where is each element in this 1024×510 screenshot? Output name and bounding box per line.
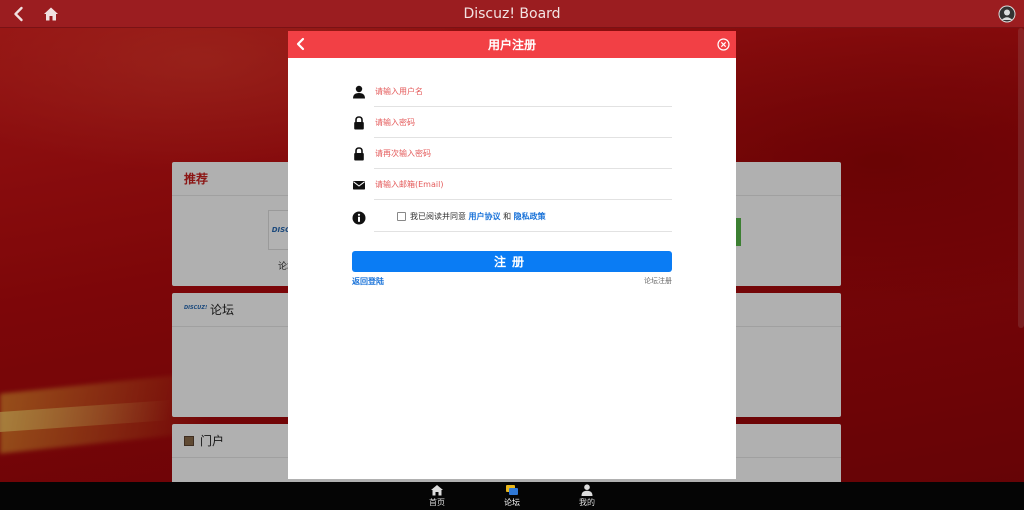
email-input[interactable] xyxy=(374,169,672,200)
user-agreement-link[interactable]: 用户协议 xyxy=(469,212,501,221)
register-button[interactable]: 注册 xyxy=(352,251,672,272)
agreement-and: 和 xyxy=(503,212,512,221)
confirm-password-input[interactable] xyxy=(374,138,672,169)
email-row xyxy=(352,169,672,200)
username-row xyxy=(352,76,672,107)
tab-me-label: 我的 xyxy=(579,498,595,507)
bottom-tab-bar: 首页 论坛 我的 xyxy=(0,482,1024,510)
lock-icon xyxy=(354,147,364,161)
user-avatar-icon[interactable] xyxy=(998,5,1016,23)
chevron-left-icon[interactable] xyxy=(10,5,28,23)
modal-title: 用户注册 xyxy=(487,38,536,52)
password-row xyxy=(352,107,672,138)
register-modal: 用户注册 请输入用户名 请输入邮箱(Email) 我已阅读并同意 用户协议 和 … xyxy=(288,31,736,479)
tab-forum[interactable]: 论坛 xyxy=(492,484,532,510)
modal-header: 用户注册 xyxy=(288,31,736,58)
tab-me[interactable]: 我的 xyxy=(567,484,607,510)
user-icon xyxy=(353,85,365,99)
home-icon xyxy=(431,485,443,496)
close-icon[interactable] xyxy=(717,38,730,51)
agreement-divider xyxy=(374,231,672,232)
home-icon[interactable] xyxy=(42,5,60,23)
back-to-login-link[interactable]: 返回登陆 xyxy=(352,276,384,287)
person-icon xyxy=(581,484,593,496)
username-input[interactable] xyxy=(374,76,672,107)
chevron-left-icon[interactable] xyxy=(294,37,308,51)
envelope-icon xyxy=(353,181,365,190)
password-input[interactable] xyxy=(374,107,672,138)
privacy-policy-link[interactable]: 隐私政策 xyxy=(514,212,546,221)
top-bar: Discuz! Board xyxy=(0,0,1024,28)
tab-home-label: 首页 xyxy=(429,498,445,507)
agreement-text: 我已阅读并同意 用户协议 和 隐私政策 xyxy=(410,211,546,222)
confirm-password-row xyxy=(352,138,672,169)
agreement-row: 我已阅读并同意 用户协议 和 隐私政策 xyxy=(352,206,672,232)
tab-forum-label: 论坛 xyxy=(504,498,520,507)
info-icon xyxy=(352,211,366,225)
forum-icon xyxy=(506,485,518,495)
tab-home[interactable]: 首页 xyxy=(417,484,457,510)
forum-register-link[interactable]: 论坛注册 xyxy=(644,276,672,286)
agreement-checkbox[interactable] xyxy=(397,212,406,221)
agreement-prefix: 我已阅读并同意 xyxy=(410,212,466,221)
lock-icon xyxy=(354,116,364,130)
app-title: Discuz! Board xyxy=(463,5,561,22)
